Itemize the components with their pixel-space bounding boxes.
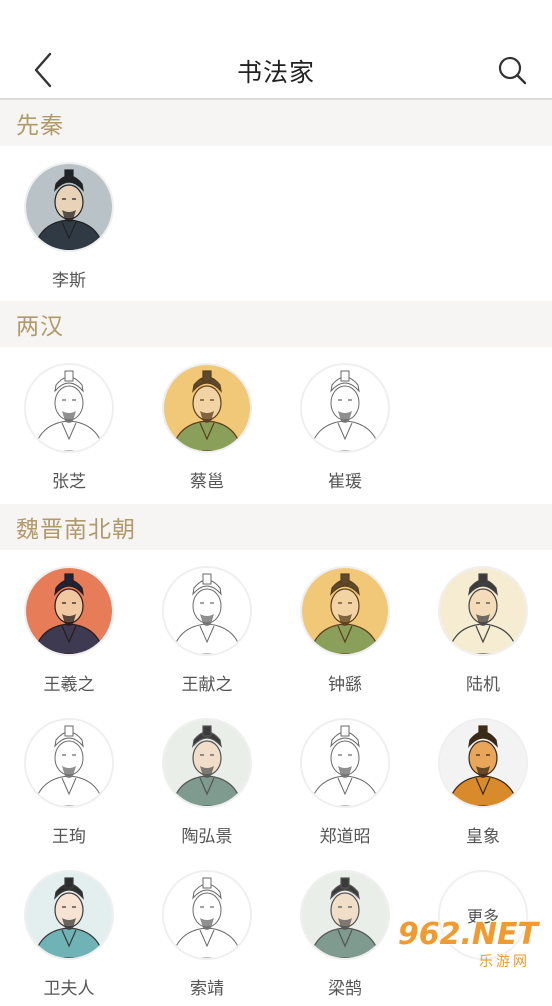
portrait-avatar: [24, 566, 114, 656]
portrait-illustration: [26, 365, 112, 451]
calligrapher-grid: 张芝 蔡邕 崔瑗: [0, 347, 552, 504]
calligrapher-name: 郑道昭: [319, 827, 371, 847]
calligrapher-item[interactable]: 皇象: [414, 702, 552, 854]
portrait-avatar: [300, 566, 390, 656]
portrait-illustration: [164, 365, 250, 451]
portrait-avatar: [24, 363, 114, 453]
calligrapher-item[interactable]: 陆机: [414, 550, 552, 702]
calligrapher-item[interactable]: 李斯: [0, 146, 138, 301]
calligrapher-name: 王羲之: [43, 675, 95, 695]
portrait-avatar: [24, 870, 114, 960]
portrait-illustration: [164, 568, 250, 654]
calligrapher-item[interactable]: 陶弘景: [138, 702, 276, 854]
portrait-avatar: [300, 870, 390, 960]
portrait-avatar: [24, 162, 114, 252]
calligrapher-item[interactable]: 蔡邕: [138, 347, 276, 504]
calligrapher-name: 李斯: [52, 271, 86, 291]
calligrapher-name: 梁鹄: [328, 979, 362, 999]
calligrapher-name: 张芝: [52, 472, 86, 492]
portrait-avatar: [438, 566, 528, 656]
more-item[interactable]: 更多: [414, 854, 552, 1006]
calligrapher-item[interactable]: 张芝: [0, 347, 138, 504]
calligrapher-name: 钟繇: [328, 675, 362, 695]
section-header: 两汉: [0, 301, 552, 347]
calligrapher-name: 崔瑗: [328, 472, 362, 492]
section-xianqin: 先秦 李斯: [0, 100, 552, 301]
portrait-avatar: [300, 363, 390, 453]
portrait-avatar: [162, 870, 252, 960]
calligrapher-name: 蔡邕: [190, 472, 224, 492]
calligrapher-item[interactable]: 梁鹄: [276, 854, 414, 1006]
portrait-avatar: [162, 718, 252, 808]
portrait-illustration: [164, 872, 250, 958]
calligrapher-item[interactable]: 郑道昭: [276, 702, 414, 854]
calligrapher-name: 王珣: [52, 827, 86, 847]
portrait-illustration: [26, 720, 112, 806]
calligrapher-item[interactable]: 崔瑗: [276, 347, 414, 504]
calligrapher-item[interactable]: 王羲之: [0, 550, 138, 702]
portrait-avatar: [24, 718, 114, 808]
portrait-illustration: [302, 872, 388, 958]
portrait-illustration: [440, 568, 526, 654]
nav-bar: 书法家: [0, 40, 552, 100]
calligrapher-name: 王献之: [181, 675, 233, 695]
calligrapher-item[interactable]: 王珣: [0, 702, 138, 854]
calligrapher-name: 陶弘景: [181, 827, 233, 847]
calligrapher-name: 索靖: [190, 979, 224, 999]
section-header: 魏晋南北朝: [0, 504, 552, 550]
status-bar: [0, 0, 552, 40]
calligrapher-item[interactable]: 卫夫人: [0, 854, 138, 1006]
search-icon: [498, 56, 527, 85]
portrait-illustration: [440, 720, 526, 806]
calligrapher-grid: 王羲之 王献之 钟繇 陆机 王珣 陶弘景 郑道昭 皇象 卫夫人 索靖 梁鹄 更多: [0, 550, 552, 1006]
more-button[interactable]: 更多: [438, 870, 528, 960]
section-lianghan: 两汉 张芝 蔡邕 崔瑗: [0, 301, 552, 504]
portrait-illustration: [302, 568, 388, 654]
portrait-avatar: [438, 718, 528, 808]
calligrapher-name: 皇象: [466, 827, 500, 847]
page-title: 书法家: [236, 58, 315, 87]
section-header: 先秦: [0, 100, 552, 146]
portrait-illustration: [302, 365, 388, 451]
calligrapher-name: 陆机: [466, 675, 500, 695]
portrait-avatar: [300, 718, 390, 808]
portrait-avatar: [162, 566, 252, 656]
portrait-illustration: [164, 720, 250, 806]
portrait-illustration: [26, 568, 112, 654]
calligrapher-item[interactable]: 索靖: [138, 854, 276, 1006]
portrait-avatar: [162, 363, 252, 453]
search-button[interactable]: [494, 52, 530, 88]
portrait-illustration: [26, 164, 112, 250]
portrait-illustration: [302, 720, 388, 806]
calligrapher-item[interactable]: 王献之: [138, 550, 276, 702]
calligrapher-item[interactable]: 钟繇: [276, 550, 414, 702]
calligrapher-name: 卫夫人: [43, 979, 95, 999]
section-weijin: 魏晋南北朝 王羲之 王献之 钟繇 陆机 王珣 陶弘景 郑道昭 皇象 卫夫人 索靖…: [0, 504, 552, 1006]
calligrapher-grid: 李斯: [0, 146, 552, 301]
portrait-illustration: [26, 872, 112, 958]
